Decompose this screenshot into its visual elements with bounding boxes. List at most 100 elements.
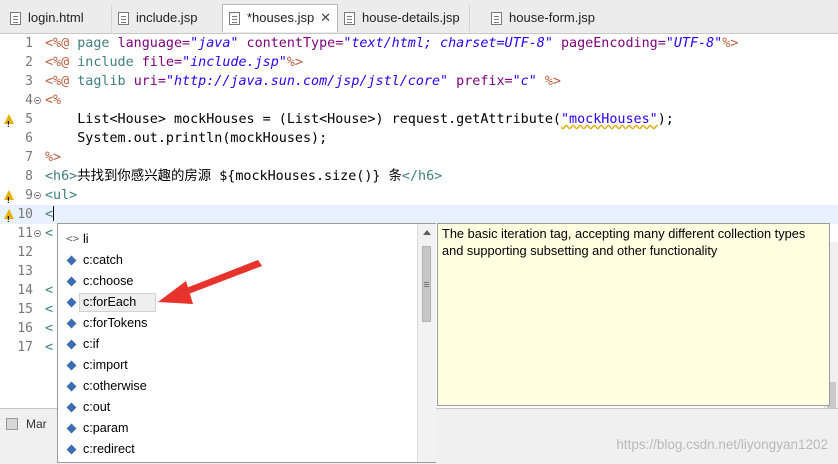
code-text: < bbox=[45, 340, 54, 355]
line-number: 2 bbox=[25, 55, 33, 70]
code-text: <%@ include file="include.jsp"%> bbox=[45, 55, 303, 70]
assist-item-c-foreach[interactable]: c:forEach bbox=[58, 292, 416, 313]
code-text: < bbox=[45, 321, 54, 336]
line-number: 6 bbox=[25, 131, 33, 146]
documentation-text: The basic iteration tag, accepting many … bbox=[442, 226, 806, 258]
html-file-icon bbox=[10, 12, 21, 25]
code-text: < bbox=[45, 283, 54, 298]
assist-item-c-out[interactable]: c:out bbox=[58, 397, 416, 418]
line-number: 8 bbox=[25, 169, 33, 184]
assist-item-label: c:if bbox=[83, 337, 100, 351]
code-line: 8 <h6>共找到你感兴趣的房源 ${mockHouses.size()} 条<… bbox=[0, 167, 838, 186]
tag-diamond-icon bbox=[66, 318, 77, 329]
tab-houses-jsp[interactable]: *houses.jsp ✕ bbox=[222, 4, 338, 32]
assist-item-c-fortokens[interactable]: c:forTokens bbox=[58, 313, 416, 334]
watermark: https://blog.csdn.net/liyongyan1202 bbox=[616, 437, 828, 452]
code-line: 4 <% bbox=[0, 91, 838, 110]
line-number: 5 bbox=[25, 112, 33, 127]
close-icon[interactable]: ✕ bbox=[320, 5, 331, 31]
code-text: <ul> bbox=[45, 188, 78, 203]
editor-tab-bar: login.html include.jsp *houses.jsp ✕ hou… bbox=[0, 0, 838, 34]
tab-label: login.html bbox=[28, 10, 84, 25]
assist-item-label: c:forTokens bbox=[83, 316, 148, 330]
assist-item-label: li bbox=[83, 232, 89, 246]
tab-include-jsp[interactable]: include.jsp bbox=[112, 5, 223, 31]
code-text: < bbox=[45, 226, 54, 241]
code-text: %> bbox=[45, 150, 62, 165]
tag-diamond-icon bbox=[66, 381, 77, 392]
assist-item-c-otherwise[interactable]: c:otherwise bbox=[58, 376, 416, 397]
tag-diamond-icon bbox=[66, 402, 77, 413]
assist-item-label: c:out bbox=[83, 400, 111, 414]
tag-diamond-icon bbox=[66, 360, 77, 371]
tab-login-html[interactable]: login.html bbox=[4, 5, 112, 31]
fold-toggle-icon[interactable] bbox=[34, 97, 41, 104]
code-text: < bbox=[45, 206, 55, 222]
tag-diamond-icon bbox=[66, 423, 77, 434]
line-number: 13 bbox=[17, 264, 33, 279]
assist-item-c-if[interactable]: c:if bbox=[58, 334, 416, 355]
assist-scrollbar[interactable] bbox=[417, 224, 436, 462]
line-number: 17 bbox=[17, 340, 33, 355]
jsp-file-icon bbox=[118, 12, 129, 25]
line-number: 14 bbox=[17, 283, 33, 298]
jsp-file-icon bbox=[229, 12, 240, 25]
assist-item-li[interactable]: <> li bbox=[58, 229, 416, 250]
assist-item-label: c:catch bbox=[83, 253, 123, 267]
code-line: 7 %> bbox=[0, 148, 838, 167]
assist-item-c-redirect[interactable]: c:redirect bbox=[58, 439, 416, 460]
fold-toggle-icon[interactable] bbox=[34, 230, 41, 237]
current-code-line: 10 < bbox=[0, 205, 838, 229]
line-number: 4 bbox=[25, 93, 33, 108]
line-number: 9 bbox=[25, 188, 33, 203]
assist-item-c-import[interactable]: c:import bbox=[58, 355, 416, 376]
code-line: 5 List<House> mockHouses = (List<House>)… bbox=[0, 110, 838, 134]
line-number: 3 bbox=[25, 74, 33, 89]
line-number: 15 bbox=[17, 302, 33, 317]
scroll-up-arrow-icon[interactable] bbox=[423, 230, 431, 235]
tab-label: house-form.jsp bbox=[509, 10, 595, 25]
fold-toggle-icon[interactable] bbox=[34, 192, 41, 199]
code-line: 6 System.out.println(mockHouses); bbox=[0, 129, 838, 148]
assist-item-c-param[interactable]: c:param bbox=[58, 418, 416, 439]
code-line: 9 <ul> bbox=[0, 186, 838, 210]
assist-item-c-choose[interactable]: c:choose bbox=[58, 271, 416, 292]
scrollbar-grip-icon bbox=[424, 282, 429, 283]
code-text: <%@ taglib uri="http://java.sun.com/jsp/… bbox=[45, 74, 561, 89]
code-text: < bbox=[45, 302, 54, 317]
code-line: 3 <%@ taglib uri="http://java.sun.com/js… bbox=[0, 72, 838, 91]
text-cursor bbox=[53, 206, 55, 221]
line-number: 10 bbox=[17, 207, 33, 222]
code-text: List<House> mockHouses = (List<House>) r… bbox=[45, 112, 674, 127]
html-tag-icon: <> bbox=[66, 232, 80, 245]
tab-label: *houses.jsp bbox=[247, 10, 315, 25]
tab-label: house-details.jsp bbox=[362, 10, 460, 25]
tab-label: include.jsp bbox=[136, 10, 198, 25]
tab-house-details-jsp[interactable]: house-details.jsp bbox=[338, 5, 470, 31]
line-number: 1 bbox=[25, 36, 33, 51]
panel-tab-label[interactable]: Mar bbox=[26, 417, 47, 431]
assist-item-c-catch[interactable]: c:catch bbox=[58, 250, 416, 271]
markers-icon bbox=[6, 418, 18, 430]
code-line: 1 <%@ page language="java" contentType="… bbox=[0, 34, 838, 53]
code-text: <% bbox=[45, 93, 62, 108]
code-text: System.out.println(mockHouses); bbox=[45, 131, 328, 146]
tag-diamond-icon bbox=[66, 297, 77, 308]
tag-diamond-icon bbox=[66, 276, 77, 287]
code-text: <%@ page language="java" contentType="te… bbox=[45, 36, 739, 51]
tag-diamond-icon bbox=[66, 255, 77, 266]
scrollbar-thumb[interactable] bbox=[422, 246, 431, 322]
line-number: 11 bbox=[17, 226, 33, 241]
line-number: 12 bbox=[17, 245, 33, 260]
tag-diamond-icon bbox=[66, 444, 77, 455]
code-line: 2 <%@ include file="include.jsp"%> bbox=[0, 53, 838, 72]
line-number: 16 bbox=[17, 321, 33, 336]
tab-house-form-jsp[interactable]: house-form.jsp bbox=[485, 5, 605, 31]
assist-item-label: c:forEach bbox=[83, 295, 137, 309]
assist-item-label: c:redirect bbox=[83, 442, 135, 456]
content-assist-popup: <> li c:catch c:choose c:forEach c:forTo… bbox=[57, 223, 436, 463]
tag-diamond-icon bbox=[66, 339, 77, 350]
assist-item-label: c:otherwise bbox=[83, 379, 147, 393]
jsp-file-icon bbox=[491, 12, 502, 25]
code-text: <h6>共找到你感兴趣的房源 ${mockHouses.size()} 条</h… bbox=[45, 169, 443, 184]
